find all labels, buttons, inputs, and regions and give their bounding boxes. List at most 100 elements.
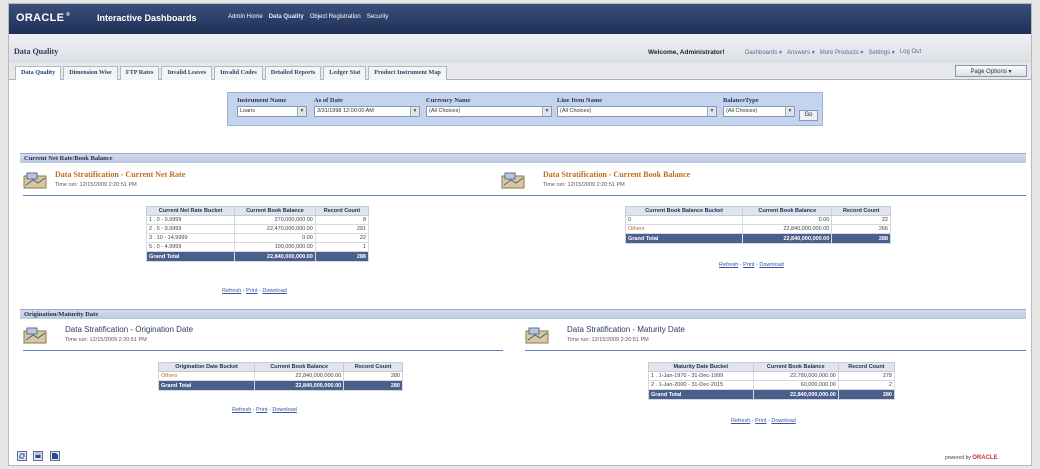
column-header[interactable]: Current Book Balance [254, 362, 345, 372]
report-icon [501, 172, 525, 189]
dashboard-tabs: Data Quality Dimension Wise FTP Rates In… [15, 66, 447, 80]
go-button[interactable]: Go [799, 110, 818, 121]
oracle-logo: ORACLE ® [16, 12, 72, 24]
tab-invalid-leaves[interactable]: Invalid Leaves [161, 66, 213, 80]
tab-invalid-codes[interactable]: Invalid Codes [214, 66, 263, 80]
column-header[interactable]: Record Count [831, 206, 891, 216]
print-link[interactable]: Print [256, 407, 267, 413]
refresh-link[interactable]: Refresh [232, 407, 251, 413]
asof-select[interactable]: 3/31/1998 12:00:00 AM ▼ [314, 106, 420, 117]
table-row: Others 22,840,000,000.00 266 [624, 224, 891, 234]
table-cell: 280 [343, 371, 403, 381]
table-cell: 22,840,000,000.00 [742, 233, 833, 244]
report-origination: Data Stratification - Origination Date T… [23, 325, 503, 425]
column-header[interactable]: Current Book Balance [742, 206, 833, 216]
currency-select[interactable]: (All Choices) ▼ [426, 106, 552, 117]
refresh-link[interactable]: Refresh [222, 288, 241, 294]
section-origination-maturity: Origination/Maturity Date [20, 309, 1026, 319]
column-header[interactable]: Origination Date Bucket [157, 362, 256, 372]
table-row: 1 . 1-Jan-1970 - 31-Dec-1999 22,780,000,0… [648, 371, 896, 381]
instrument-select[interactable]: Loans ▼ [237, 106, 307, 117]
asof-prompt: As of Date 3/31/1998 12:00:00 AM ▼ [314, 97, 420, 117]
download-icon[interactable] [50, 451, 60, 461]
table-cell: Grand Total [648, 389, 754, 400]
report-icon [23, 172, 47, 189]
column-header[interactable]: Current Net Rate Bucket [145, 206, 236, 216]
report-title: Data Stratification - Current Net Rate [55, 170, 186, 179]
tab-product-instrument-map[interactable]: Product Instrument Map [368, 66, 447, 80]
lineitem-value: (All Choices) [560, 108, 592, 114]
report-icon [525, 327, 549, 344]
powered-by-text: powered by [945, 455, 971, 461]
report-time: Time run: 12/15/2009 2:20:51 PM [567, 337, 649, 343]
column-header[interactable]: Current Book Balance [752, 362, 839, 372]
table-cell: Others [624, 224, 744, 234]
balance-value: (All Choices) [726, 108, 758, 114]
nav-data-quality[interactable]: Data Quality [269, 14, 304, 20]
report-links: Refresh - Print - Download [222, 288, 287, 294]
nav-security[interactable]: Security [367, 14, 389, 20]
more-products-menu[interactable]: More Products ▾ [820, 49, 864, 56]
table-cell: 2 . 1-Jan-2000 - 31-Dec-2015 [648, 380, 754, 390]
tab-dimension-wise[interactable]: Dimension Wise [63, 66, 118, 80]
tab-ftp-rates[interactable]: FTP Rates [119, 66, 160, 80]
asof-label: As of Date [314, 97, 343, 104]
print-link[interactable]: Print [755, 418, 766, 424]
print-icon[interactable] [33, 451, 43, 461]
app-title: Interactive Dashboards [97, 13, 197, 23]
column-header[interactable]: Record Count [314, 206, 370, 216]
lineitem-select[interactable]: (All Choices) ▼ [557, 106, 717, 117]
download-link[interactable]: Download [771, 418, 795, 424]
page-options-button[interactable]: Page Options ▾ [955, 65, 1027, 77]
table-cell: 22,780,000,000.00 [752, 371, 839, 381]
logout-link[interactable]: Log Out [900, 49, 921, 56]
report-icon [23, 327, 47, 344]
column-header[interactable]: Maturity Date Bucket [648, 362, 754, 372]
print-link[interactable]: Print [743, 262, 754, 268]
nav-object-registration[interactable]: Object Registration [310, 14, 361, 20]
answers-menu[interactable]: Answers ▾ [787, 49, 815, 56]
tab-data-quality[interactable]: Data Quality [15, 66, 62, 80]
settings-menu[interactable]: Settings ▾ [868, 49, 894, 56]
balance-select[interactable]: (All Choices) ▼ [723, 106, 795, 117]
report-title: Data Stratification - Current Book Balan… [543, 170, 691, 179]
column-header[interactable]: Current Book Balance Bucket [624, 206, 744, 216]
table-row: 2 . 5 - 9.9999 22,470,000,000.00 291 [145, 224, 370, 234]
table-cell: Grand Total [157, 380, 256, 391]
column-header[interactable]: Current Book Balance [234, 206, 316, 216]
grand-total-row: Grand Total 22,840,000,000.00 288 [145, 251, 370, 262]
currency-value: (All Choices) [429, 108, 461, 114]
dashboards-menu[interactable]: Dashboards ▾ [745, 49, 782, 56]
tab-ledger-stat[interactable]: Ledger Stat [323, 66, 367, 80]
column-header[interactable]: Record Count [837, 362, 896, 372]
net-rate-table: Current Net Rate Bucket Current Book Bal… [145, 206, 370, 262]
download-link[interactable]: Download [272, 407, 296, 413]
tab-detailed-reports[interactable]: Detailed Reports [264, 66, 322, 80]
report-time: Time run: 12/15/2009 2:20:51 PM [55, 182, 137, 188]
report-time: Time run: 12/15/2009 2:20:51 PM [543, 182, 625, 188]
chevron-down-icon: ▼ [785, 107, 794, 116]
report-divider [501, 195, 1026, 196]
grand-total-row: Grand Total 22,840,000,000.00 280 [648, 389, 896, 400]
column-header[interactable]: Record Count [343, 362, 403, 372]
table-cell: 0.00 [742, 215, 833, 225]
instrument-value: Loans [240, 108, 255, 114]
dashboard-header: Data Quality Welcome, Administrator! Das… [9, 34, 1031, 64]
refresh-link[interactable]: Refresh [719, 262, 738, 268]
report-divider [525, 350, 1026, 351]
nav-admin-home[interactable]: Admin Home [228, 14, 263, 20]
table-cell: 1 . 1-Jan-1970 - 31-Dec-1999 [648, 371, 754, 381]
report-title: Data Stratification - Origination Date [65, 325, 194, 334]
tab-bar: Data Quality Dimension Wise FTP Rates In… [9, 63, 1031, 80]
chevron-down-icon: ▼ [707, 107, 716, 116]
print-link[interactable]: Print [246, 288, 257, 294]
refresh-icon[interactable] [17, 451, 27, 461]
section-net-rate-book-balance: Current Net Rate/Book Balance [20, 153, 1026, 163]
download-link[interactable]: Download [759, 262, 783, 268]
download-link[interactable]: Download [262, 288, 286, 294]
powered-by: powered by ORACLE [945, 455, 998, 461]
lineitem-prompt: Line Item Name (All Choices) ▼ [557, 97, 717, 117]
report-divider [23, 350, 503, 351]
top-nav: Admin Home Data Quality Object Registrat… [228, 14, 388, 20]
refresh-link[interactable]: Refresh [731, 418, 750, 424]
